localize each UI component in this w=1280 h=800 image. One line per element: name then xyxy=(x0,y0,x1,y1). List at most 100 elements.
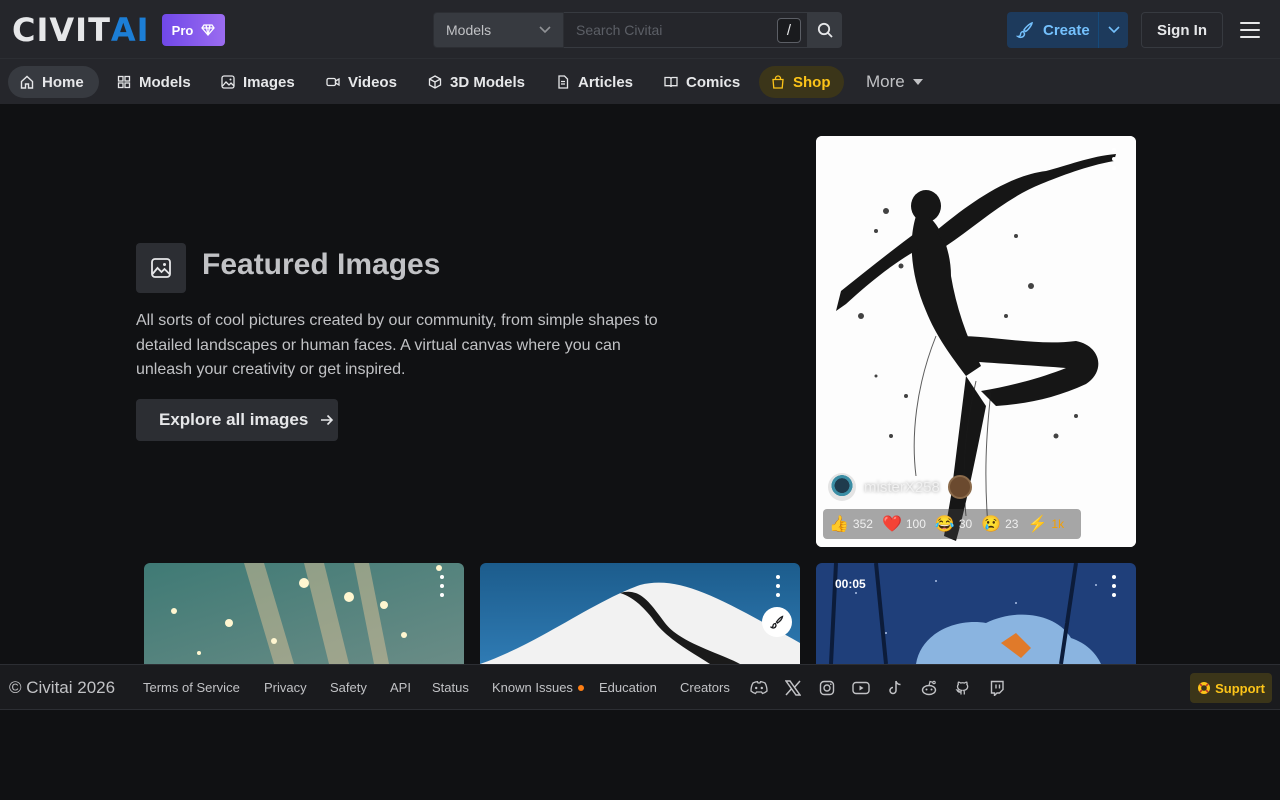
footer-link-safety[interactable]: Safety xyxy=(330,680,367,695)
brush-icon xyxy=(770,615,784,629)
card-options-icon[interactable] xyxy=(1111,575,1117,597)
nav-label-articles: Articles xyxy=(578,73,634,91)
arrow-right-icon xyxy=(321,414,334,426)
footer-link-privacy[interactable]: Privacy xyxy=(264,680,307,695)
laugh-icon: 😂 xyxy=(934,516,955,533)
featured-images-title: Featured Images xyxy=(202,248,441,281)
nav-item-images[interactable]: Images xyxy=(209,66,307,98)
footer: © Civitai 2026 Terms of Service Privacy … xyxy=(0,664,1280,710)
nav-label-3d-models: 3D Models xyxy=(450,73,526,91)
nav-label-shop: Shop xyxy=(793,73,831,91)
tiktok-icon[interactable] xyxy=(885,678,905,698)
image-icon xyxy=(221,75,235,89)
video-card[interactable]: 00:05 xyxy=(816,563,1136,664)
reaction-buzz[interactable]: ⚡ 1k xyxy=(1027,514,1064,534)
reddit-icon[interactable] xyxy=(919,678,939,698)
nav-item-shop[interactable]: Shop xyxy=(759,66,844,98)
top-bar: CIVIT AI Pro Models Search Civitai / Crea… xyxy=(0,0,1280,59)
nav-label-videos: Videos xyxy=(348,73,397,91)
book-icon xyxy=(664,76,678,88)
shopping-bag-icon xyxy=(772,75,784,89)
reactions-bar: 👍 352 ❤️ 100 😂 30 😢 23 ⚡ 1k xyxy=(823,509,1081,539)
search-shortcut-key: / xyxy=(777,18,801,43)
chevron-down-icon xyxy=(539,26,551,34)
heart-icon: ❤️ xyxy=(881,516,902,533)
sign-in-button[interactable]: Sign In xyxy=(1141,12,1223,48)
nav-item-comics[interactable]: Comics xyxy=(652,66,752,98)
x-icon[interactable] xyxy=(783,678,803,698)
image-card[interactable] xyxy=(480,563,800,664)
reaction-laugh[interactable]: 😂 30 xyxy=(935,514,972,534)
nav-item-videos[interactable]: Videos xyxy=(314,66,409,98)
nav-label-home: Home xyxy=(42,73,84,91)
diamond-icon xyxy=(201,24,216,36)
cube-icon xyxy=(428,75,442,89)
youtube-icon[interactable] xyxy=(851,678,871,698)
instagram-icon[interactable] xyxy=(817,678,837,698)
search-placeholder: Search Civitai xyxy=(576,22,663,38)
image-author[interactable]: misterX258 xyxy=(828,473,972,501)
thumbs-up-icon: 👍 xyxy=(829,516,849,533)
card-options-icon[interactable] xyxy=(775,575,781,597)
remix-button[interactable] xyxy=(762,607,792,637)
search-input[interactable]: Search Civitai / xyxy=(564,12,808,48)
image-card[interactable] xyxy=(144,563,464,664)
nav-item-3d-models[interactable]: 3D Models xyxy=(416,66,537,98)
nav-item-articles[interactable]: Articles xyxy=(544,66,645,98)
card-options-icon[interactable] xyxy=(439,575,445,597)
create-menu-chevron[interactable] xyxy=(1098,12,1128,48)
footer-link-status[interactable]: Status xyxy=(432,680,469,695)
support-label: Support xyxy=(1215,680,1265,696)
image-icon xyxy=(151,258,171,278)
footer-link-api[interactable]: API xyxy=(390,680,411,695)
footer-link-creators[interactable]: Creators xyxy=(680,680,730,695)
file-icon xyxy=(558,75,569,89)
search-scope-select[interactable]: Models xyxy=(433,12,564,48)
discord-icon[interactable] xyxy=(749,678,769,698)
featured-image-card[interactable]: misterX258 👍 352 ❤️ 100 😂 30 😢 23 ⚡ 1k xyxy=(816,136,1136,547)
menu-icon[interactable] xyxy=(1238,19,1262,41)
author-avatar[interactable] xyxy=(828,473,856,501)
nav-item-more[interactable]: More xyxy=(854,66,935,98)
card-options-icon[interactable] xyxy=(1111,148,1117,170)
lightning-icon: ⚡ xyxy=(1027,516,1048,533)
reaction-count: 30 xyxy=(958,517,973,531)
footer-link-education[interactable]: Education xyxy=(599,680,657,695)
cry-icon: 😢 xyxy=(981,516,1002,533)
reaction-cry[interactable]: 😢 23 xyxy=(981,514,1018,534)
create-label: Create xyxy=(1043,21,1090,39)
footer-link-known-issues[interactable]: Known Issues xyxy=(492,680,573,695)
reaction-count: 100 xyxy=(905,517,926,531)
nav-label-images: Images xyxy=(243,73,295,91)
explore-all-images-button[interactable]: Explore all images xyxy=(136,399,338,441)
author-name[interactable]: misterX258 xyxy=(864,479,940,496)
video-duration: 00:05 xyxy=(835,577,866,591)
nav-label-comics: Comics xyxy=(686,73,741,91)
github-icon[interactable] xyxy=(953,678,973,698)
footer-link-terms[interactable]: Terms of Service xyxy=(143,680,240,695)
twitch-icon[interactable] xyxy=(987,678,1007,698)
home-icon xyxy=(20,75,34,89)
search-scope-value: Models xyxy=(446,22,492,38)
brush-icon xyxy=(1007,21,1043,39)
reaction-count: 23 xyxy=(1005,517,1019,531)
main-nav: Home Models Images Videos 3D Models Arti… xyxy=(0,59,1280,104)
pro-label: Pro xyxy=(171,22,194,38)
featured-images-icon-box xyxy=(136,243,186,293)
known-issues-indicator xyxy=(578,685,584,691)
support-button[interactable]: Support xyxy=(1190,673,1272,703)
featured-images-description: All sorts of cool pictures created by ou… xyxy=(136,312,658,378)
explore-label: Explore all images xyxy=(159,410,309,429)
grid-icon xyxy=(117,75,131,89)
caret-down-icon xyxy=(912,79,923,85)
reaction-like[interactable]: 👍 352 xyxy=(829,514,873,534)
pro-button[interactable]: Pro xyxy=(162,14,225,46)
create-button[interactable]: Create xyxy=(1007,12,1128,48)
nav-label-models: Models xyxy=(139,73,191,91)
nav-item-models[interactable]: Models xyxy=(105,66,203,98)
search-button[interactable] xyxy=(808,12,842,48)
snow-dune-image xyxy=(480,563,800,664)
civitai-logo[interactable]: CIVIT AI xyxy=(12,11,150,49)
nav-item-home[interactable]: Home xyxy=(8,66,99,98)
reaction-heart[interactable]: ❤️ 100 xyxy=(882,514,926,534)
